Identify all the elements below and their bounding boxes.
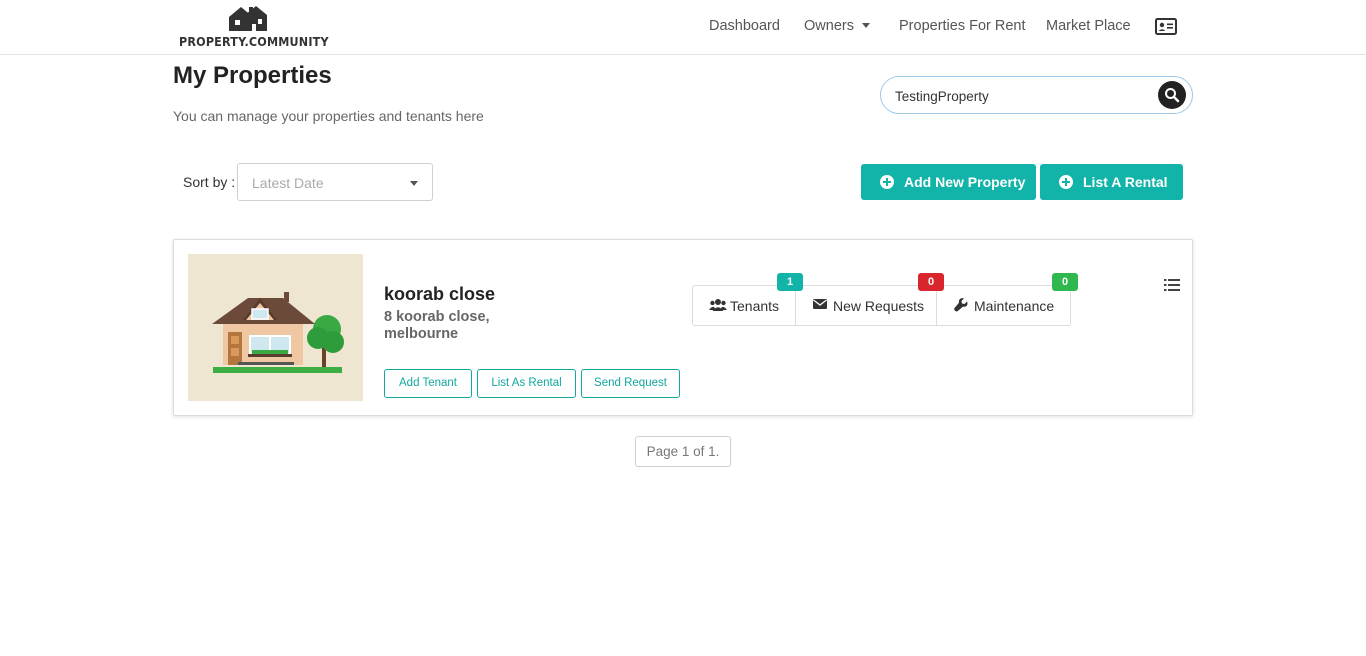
property-address-line1: 8 koorab close, — [384, 309, 490, 325]
sort-label: Sort by : — [183, 174, 236, 190]
add-new-property-label: Add New Property — [904, 174, 1026, 190]
tenants-label: Tenants — [730, 298, 780, 314]
chevron-down-icon — [410, 181, 418, 186]
property-stats-group: Tenants New Requests Maintenance — [692, 285, 1071, 326]
nav-owners-dropdown[interactable]: Owners — [804, 18, 870, 34]
search-button[interactable] — [1158, 81, 1186, 109]
plus-circle-icon — [880, 175, 894, 189]
search-icon — [1165, 88, 1180, 103]
wrench-icon — [954, 298, 968, 312]
send-request-button[interactable]: Send Request — [581, 369, 680, 398]
new-requests-label: New Requests — [833, 298, 925, 314]
maintenance-tab[interactable]: Maintenance — [936, 286, 1070, 325]
pagination-indicator: Page 1 of 1. — [635, 436, 731, 467]
maintenance-label: Maintenance — [974, 298, 1055, 314]
brand-logo[interactable]: PROPERTY.COMMUNITY — [178, 3, 329, 49]
property-card: koorab close 8 koorab close, melbourne A… — [173, 239, 1193, 416]
house-logo-icon — [229, 6, 267, 31]
users-icon — [709, 299, 727, 311]
id-card-icon[interactable] — [1155, 18, 1177, 35]
add-tenant-button[interactable]: Add Tenant — [384, 369, 472, 398]
list-a-rental-label: List A Rental — [1083, 174, 1168, 190]
house-illustration — [212, 292, 344, 373]
new-requests-count-badge: 0 — [918, 273, 944, 291]
envelope-icon — [813, 299, 827, 309]
nav-dashboard[interactable]: Dashboard — [709, 18, 780, 34]
property-thumbnail[interactable] — [188, 254, 363, 401]
search-input[interactable] — [895, 86, 1145, 106]
nav-owners-label: Owners — [804, 18, 854, 34]
list-a-rental-button[interactable]: List A Rental — [1040, 164, 1183, 200]
nav-market-place[interactable]: Market Place — [1046, 18, 1131, 34]
page-subtitle: You can manage your properties and tenan… — [173, 108, 484, 124]
sort-selected-value: Latest Date — [252, 175, 324, 191]
sort-select[interactable]: Latest Date — [237, 163, 433, 201]
plus-circle-icon — [1059, 175, 1073, 189]
brand-name: PROPERTY.COMMUNITY — [179, 35, 329, 49]
list-as-rental-button[interactable]: List As Rental — [477, 369, 576, 398]
top-navbar: PROPERTY.COMMUNITY Dashboard Owners Prop… — [0, 0, 1366, 55]
new-requests-tab[interactable]: New Requests — [795, 286, 936, 325]
property-name[interactable]: koorab close — [384, 284, 495, 305]
nav-properties-for-rent[interactable]: Properties For Rent — [899, 18, 1026, 34]
property-address-line2: melbourne — [384, 326, 459, 342]
tenants-tab[interactable]: Tenants — [693, 286, 795, 325]
maintenance-count-badge: 0 — [1052, 273, 1078, 291]
tenants-count-badge: 1 — [777, 273, 803, 291]
add-new-property-button[interactable]: Add New Property — [861, 164, 1036, 200]
list-menu-icon[interactable] — [1164, 278, 1180, 292]
search-box — [880, 76, 1193, 114]
page-title: My Properties — [173, 62, 332, 89]
caret-down-icon — [861, 22, 870, 28]
